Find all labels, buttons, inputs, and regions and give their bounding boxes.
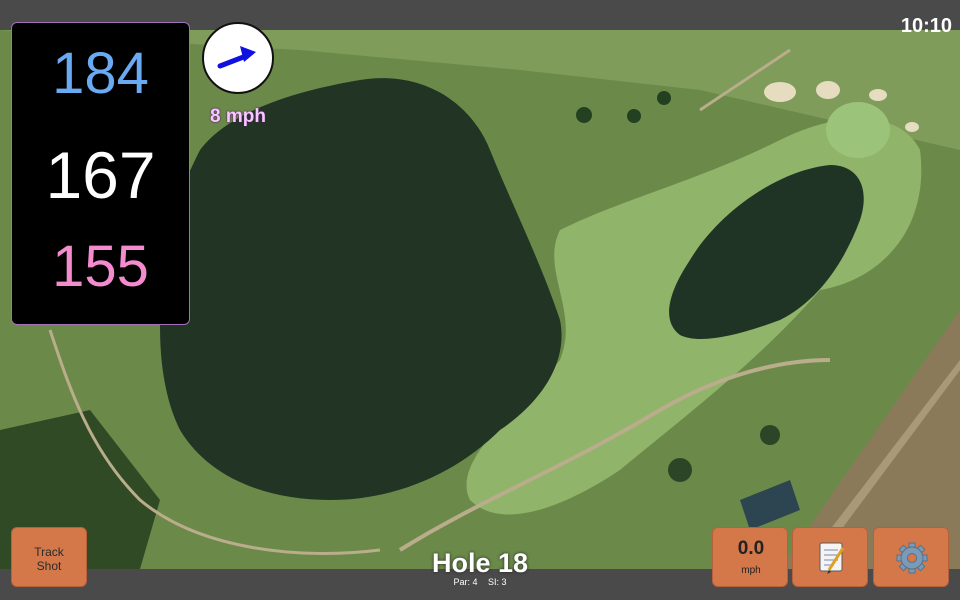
track-shot-label-line2: Shot [36,559,62,573]
speed-button[interactable]: 0.0 mph [712,527,788,587]
notes-button[interactable] [792,527,868,587]
settings-button[interactable] [873,527,949,587]
front-distance: 155 [52,234,149,299]
speed-value: 0.0 [737,538,765,559]
speed-unit: mph [741,565,761,576]
hole-title: Hole 18 [431,548,529,578]
back-distance: 184 [52,41,149,106]
wind-dial [202,22,274,94]
middle-distance: 167 [45,138,156,212]
wind-arrow-icon [217,46,256,69]
hole-meta: Par: 4 SI: 3 [380,577,580,587]
wind-speed: 8 mph [210,106,266,127]
track-shot-label-line1: Track [34,545,64,559]
notepad-icon [819,542,845,574]
track-shot-button[interactable]: Track Shot [11,527,87,587]
hole-stroke-index: SI: 3 [488,577,507,587]
hole-par: Par: 4 [453,577,478,587]
clock: 10:10 [900,15,952,37]
distance-panel: 184 167 155 [11,22,190,325]
gear-icon [896,542,928,574]
